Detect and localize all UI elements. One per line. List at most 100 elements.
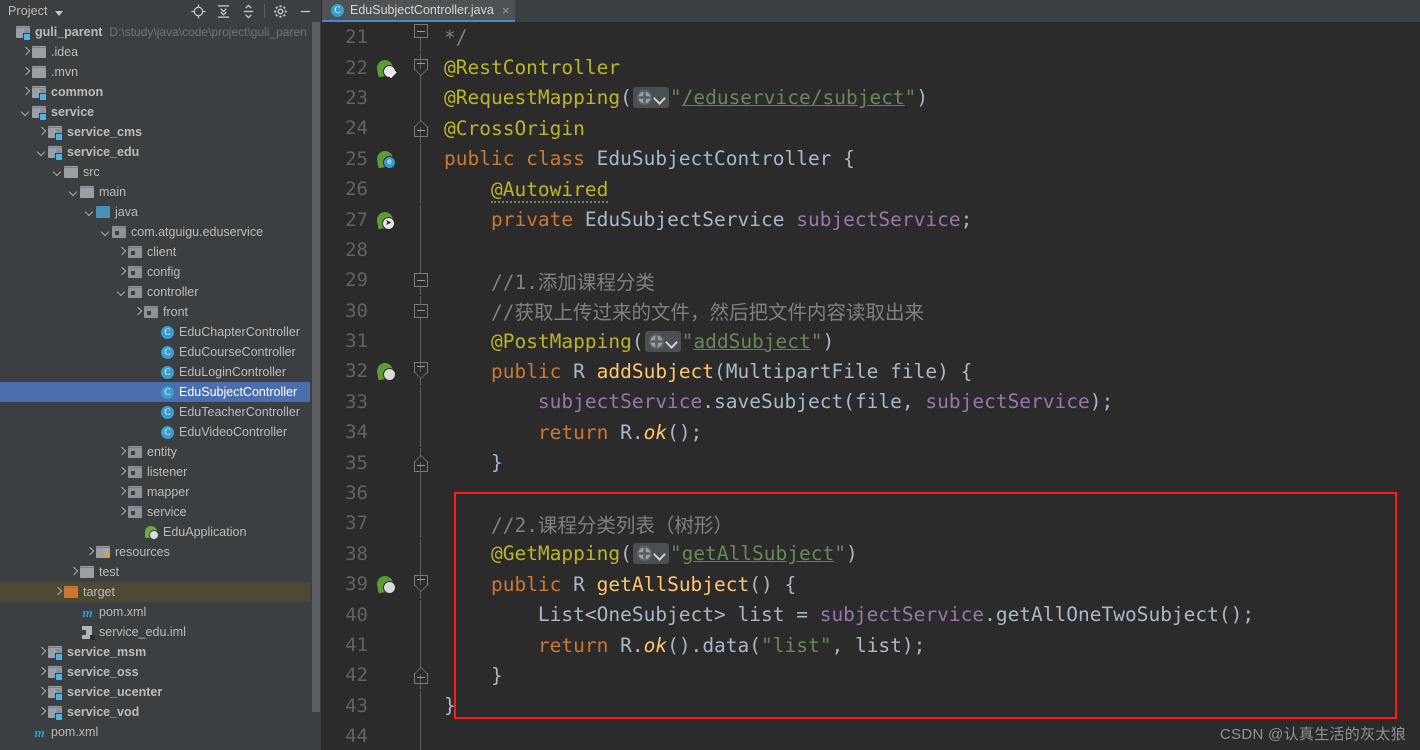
fold-marker-end[interactable] <box>406 660 436 691</box>
code-viewport[interactable]: 21 */ 22 @RestController 23 @RequestMapping("… <box>322 22 1420 750</box>
expand-arrow-icon[interactable] <box>116 467 127 478</box>
code-text[interactable]: private EduSubjectService subjectService… <box>436 208 1420 231</box>
project-tree[interactable]: guli_parent D:\study\java\code\project\gu… <box>0 22 322 750</box>
collapse-arrow-icon[interactable] <box>84 207 95 218</box>
tree-item-service-cms[interactable]: service_cms <box>0 122 322 142</box>
code-text[interactable]: @RestController <box>436 56 1420 79</box>
expand-arrow-icon[interactable] <box>116 267 127 278</box>
tree-item-service-msm[interactable]: service_msm <box>0 642 322 662</box>
fold-marker-collapse[interactable] <box>406 52 436 83</box>
code-line-26[interactable]: 26 @Autowired <box>322 174 1420 205</box>
expand-arrow-icon[interactable] <box>20 47 31 58</box>
code-line-32[interactable]: 32 public R addSubject(MultipartFile fil… <box>322 356 1420 387</box>
code-text[interactable]: public R getAllSubject() { <box>436 573 1420 596</box>
collapse-arrow-icon[interactable] <box>52 167 63 178</box>
expand-arrow-icon[interactable] <box>36 687 47 698</box>
expand-arrow-icon[interactable] <box>36 667 47 678</box>
code-line-38[interactable]: 38 @GetMapping("getAllSubject") <box>322 538 1420 569</box>
code-text[interactable]: subjectService.saveSubject(file, subject… <box>436 390 1420 413</box>
expand-arrow-icon[interactable] <box>116 447 127 458</box>
tree-item-service-oss[interactable]: service_oss <box>0 662 322 682</box>
tree-item-idea[interactable]: .idea <box>0 42 322 62</box>
expand-all-icon[interactable] <box>211 0 236 22</box>
code-text[interactable]: return R.ok().data("list", list); <box>436 634 1420 657</box>
expand-arrow-icon[interactable] <box>52 587 63 598</box>
minimize-icon[interactable] <box>293 0 318 22</box>
tree-item-resources[interactable]: resources <box>0 542 322 562</box>
locate-icon[interactable] <box>186 0 211 22</box>
code-line-40[interactable]: 40 List<OneSubject> list = subjectServic… <box>322 599 1420 630</box>
collapse-arrow-icon[interactable] <box>36 147 47 158</box>
tree-item-main[interactable]: main <box>0 182 322 202</box>
tree-item-entity[interactable]: entity <box>0 442 322 462</box>
code-line-30[interactable]: 30 //获取上传过来的文件，然后把文件内容读取出来 <box>322 295 1420 326</box>
expand-arrow-icon[interactable] <box>116 507 127 518</box>
expand-arrow-icon[interactable] <box>116 247 127 258</box>
code-line-35[interactable]: 35 } <box>322 447 1420 478</box>
expand-arrow-icon[interactable] <box>132 307 143 318</box>
tree-item-front[interactable]: front <box>0 302 322 322</box>
tree-item-controller[interactable]: controller <box>0 282 322 302</box>
tree-item-client[interactable]: client <box>0 242 322 262</box>
gutter-icon-spring-bean[interactable] <box>372 356 406 386</box>
code-line-33[interactable]: 33 subjectService.saveSubject(file, subj… <box>322 386 1420 417</box>
code-line-39[interactable]: 39 public R getAllSubject() { <box>322 569 1420 600</box>
code-text[interactable]: @PostMapping("addSubject") <box>436 330 1420 353</box>
fold-marker[interactable] <box>406 22 436 53</box>
web-endpoint-icon[interactable] <box>644 330 681 352</box>
tree-item-target[interactable]: target <box>0 582 322 602</box>
fold-marker-comment[interactable] <box>406 295 436 326</box>
code-line-29[interactable]: 29 //1.添加课程分类 <box>322 265 1420 296</box>
fold-marker-end[interactable] <box>406 447 436 478</box>
code-line-37[interactable]: 37 //2.课程分类列表（树形） <box>322 508 1420 539</box>
tree-item-service-vod[interactable]: service_vod <box>0 702 322 722</box>
code-line-22[interactable]: 22 @RestController <box>322 52 1420 83</box>
expand-arrow-icon[interactable] <box>84 547 95 558</box>
tree-item-eduapplication[interactable]: EduApplication <box>0 522 322 542</box>
code-text[interactable]: } <box>436 664 1420 687</box>
tree-item-service[interactable]: service <box>0 502 322 522</box>
web-endpoint-icon[interactable] <box>632 543 669 565</box>
fold-marker-collapse[interactable] <box>406 356 436 387</box>
tree-item-com-atguigu-eduservice[interactable]: com.atguigu.eduservice <box>0 222 322 242</box>
tree-item-service-ucenter[interactable]: service_ucenter <box>0 682 322 702</box>
tree-item-config[interactable]: config <box>0 262 322 282</box>
code-text[interactable]: public class EduSubjectController { <box>436 147 1420 170</box>
code-text[interactable]: //2.课程分类列表（树形） <box>436 509 1420 538</box>
code-line-36[interactable]: 36 <box>322 478 1420 509</box>
tree-item-common[interactable]: common <box>0 82 322 102</box>
code-line-25[interactable]: 25 e public class EduSubjectController { <box>322 143 1420 174</box>
gear-icon[interactable] <box>268 0 293 22</box>
expand-arrow-icon[interactable] <box>36 707 47 718</box>
code-text[interactable]: } <box>436 451 1420 474</box>
code-line-23[interactable]: 23 @RequestMapping("/eduservice/subject") <box>322 82 1420 113</box>
gutter-icon-spring-bean[interactable]: e <box>372 144 406 174</box>
code-line-31[interactable]: 31 @PostMapping("addSubject") <box>322 326 1420 357</box>
code-text[interactable]: @Autowired <box>436 177 1420 203</box>
code-text[interactable]: //1.添加课程分类 <box>436 266 1420 295</box>
code-text[interactable]: List<OneSubject> list = subjectService.g… <box>436 603 1420 626</box>
code-text[interactable]: @GetMapping("getAllSubject") <box>436 542 1420 565</box>
code-line-41[interactable]: 41 return R.ok().data("list", list); <box>322 630 1420 660</box>
tree-item-edusubjectcontroller[interactable]: C EduSubjectController <box>0 382 322 402</box>
tree-item-service-edu-iml[interactable]: service_edu.iml <box>0 622 322 642</box>
code-line-21[interactable]: 21 */ <box>322 22 1420 53</box>
tree-item-pom-xml[interactable]: m pom.xml <box>0 722 322 742</box>
tree-item-educhaptercontroller[interactable]: C EduChapterController <box>0 322 322 342</box>
code-line-34[interactable]: 34 return R.ok(); <box>322 417 1420 448</box>
collapse-arrow-icon[interactable] <box>20 107 31 118</box>
code-text[interactable]: public R addSubject(MultipartFile file) … <box>436 360 1420 383</box>
tree-item-guli-parent[interactable]: guli_parent D:\study\java\code\project\gu… <box>0 22 322 42</box>
code-line-24[interactable]: 24 @CrossOrigin <box>322 113 1420 144</box>
web-endpoint-icon[interactable] <box>632 87 669 109</box>
collapse-all-icon[interactable] <box>236 0 261 22</box>
tree-item-pom-xml[interactable]: m pom.xml <box>0 602 322 622</box>
tree-item-listener[interactable]: listener <box>0 462 322 482</box>
tree-item-src[interactable]: src <box>0 162 322 182</box>
fold-marker-collapse[interactable] <box>406 569 436 600</box>
tree-item-edulogincontroller[interactable]: C EduLoginController <box>0 362 322 382</box>
gutter-icon-spring-bean[interactable] <box>372 569 406 599</box>
expand-arrow-icon[interactable] <box>68 567 79 578</box>
tree-item-eduteachercontroller[interactable]: C EduTeacherController <box>0 402 322 422</box>
project-panel-title[interactable]: Project <box>0 4 63 18</box>
